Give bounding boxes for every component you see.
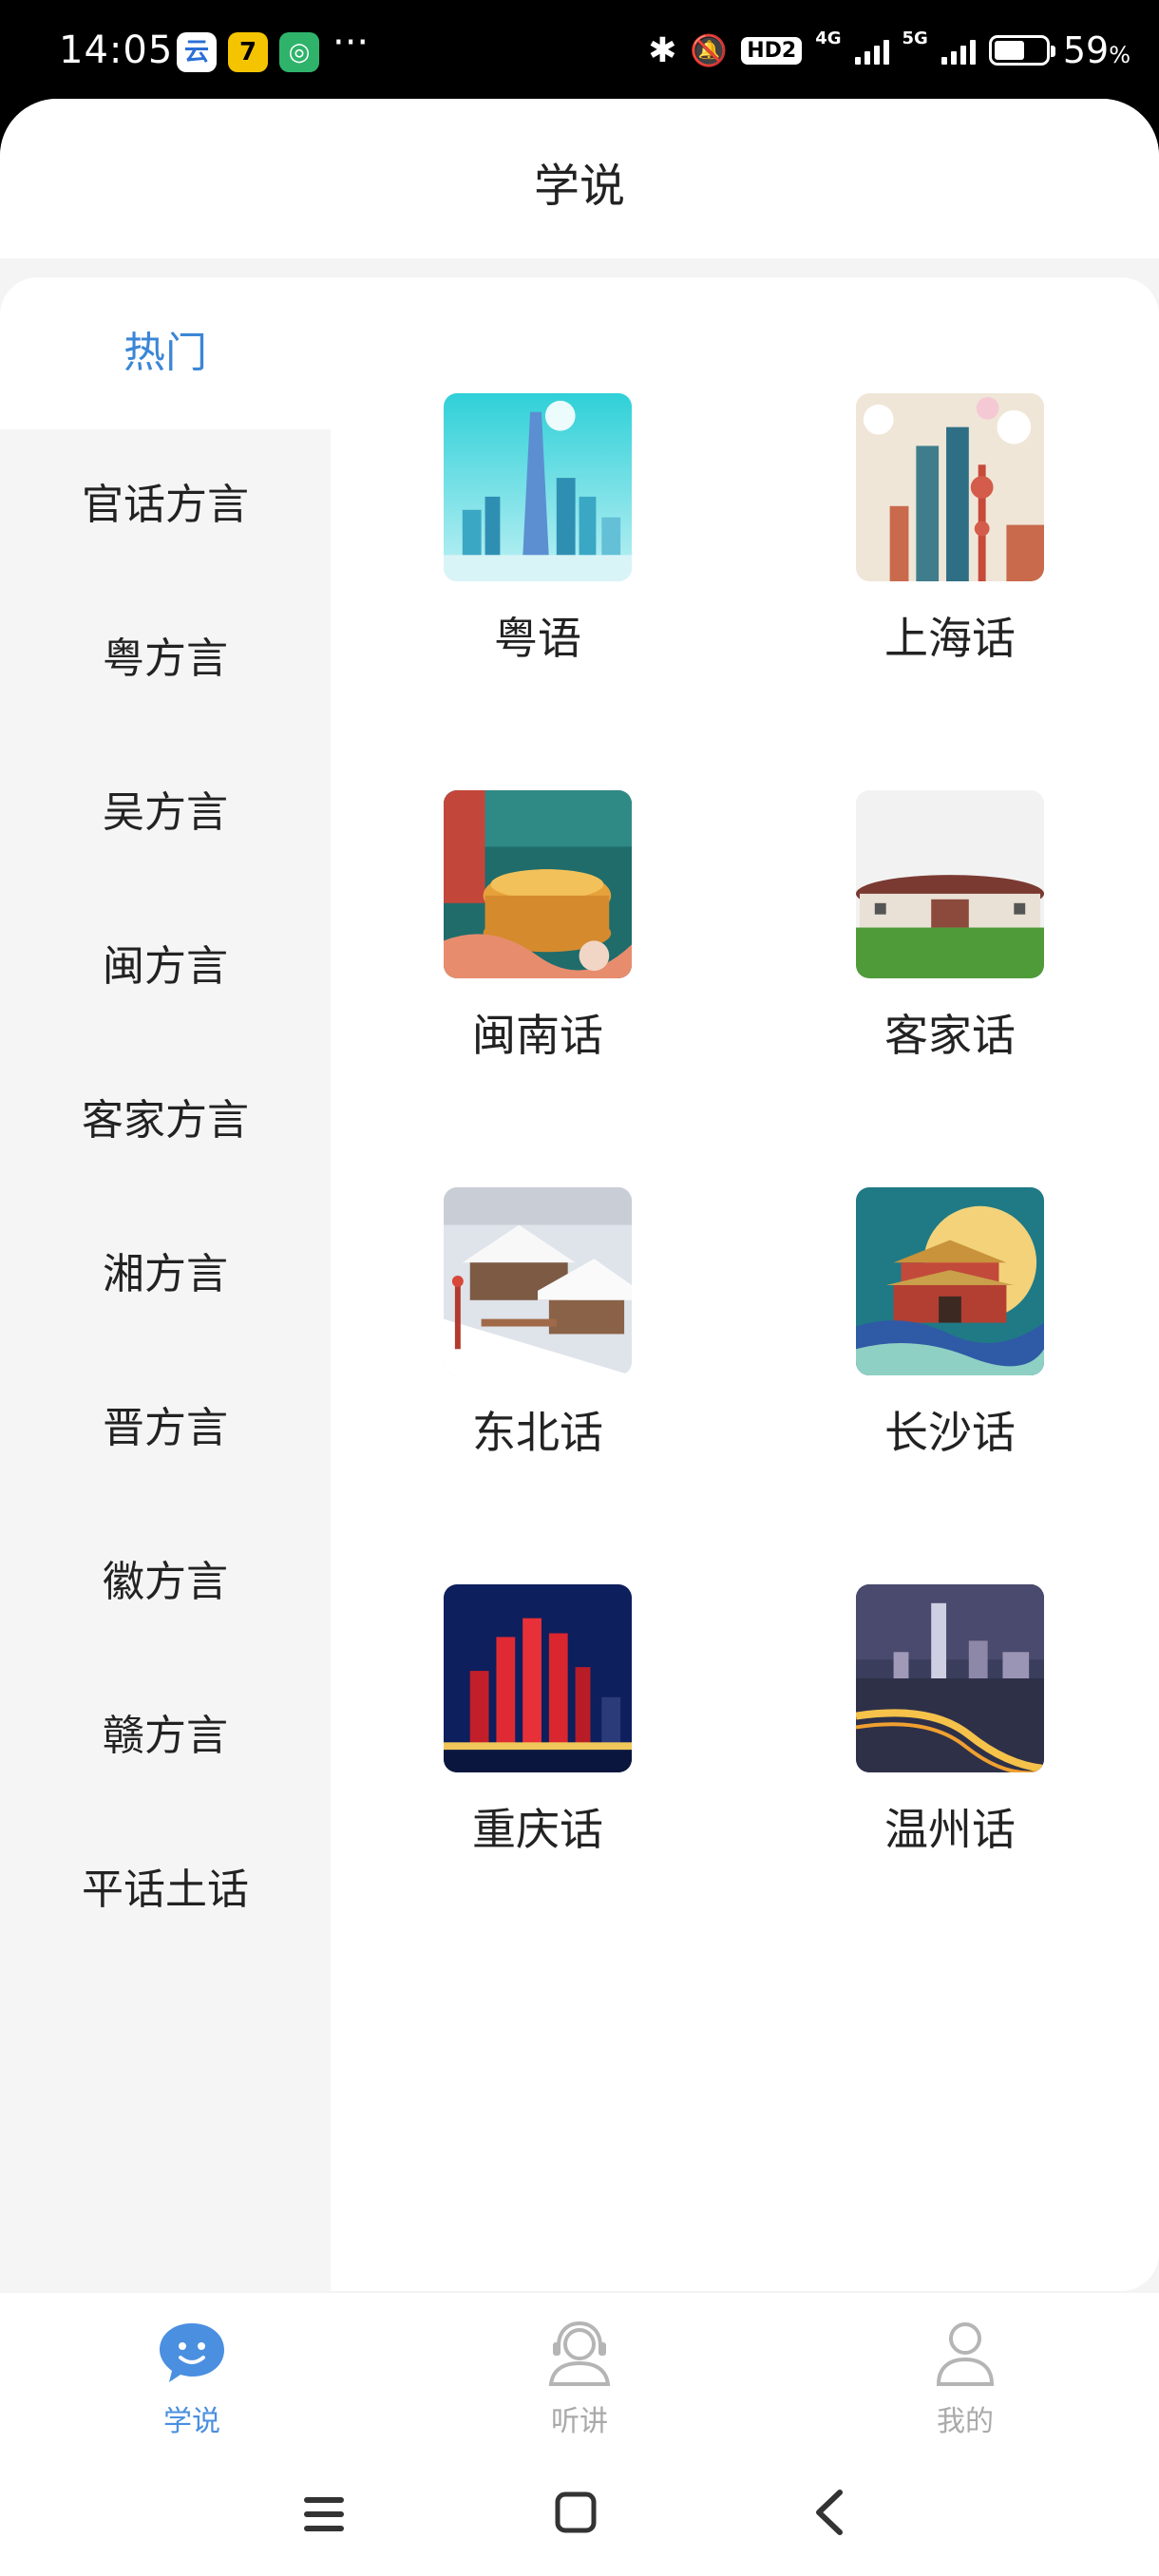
status-bar: 14:05 云 7 ◎ ··· ✱ 🔕 HD2 4G 5G 59% xyxy=(0,0,1159,104)
back-chevron-icon xyxy=(816,2490,843,2535)
sidebar-item-pinghua[interactable]: 平话土话 xyxy=(0,1814,331,1966)
content-panel: 热门 官话方言 粤方言 吴方言 闽方言 客家方言 湘方言 晋方言 徽方言 赣方言… xyxy=(0,277,1159,2291)
headset-user-icon xyxy=(548,2320,611,2386)
network-4g-label: 4G xyxy=(815,28,842,48)
bluetooth-icon: ✱ xyxy=(648,30,677,70)
chat-bubble-face-icon xyxy=(160,2323,224,2382)
hamburger-menu-icon xyxy=(304,2497,344,2531)
app-notification-icon: 云 xyxy=(177,32,217,72)
dialect-card-shanghainese[interactable]: 上海话 xyxy=(808,393,1092,667)
hd-badge: HD2 xyxy=(741,36,803,65)
profile-icon xyxy=(936,2322,995,2386)
home-nav-button[interactable] xyxy=(519,2469,633,2564)
dialect-card-changsha[interactable]: 长沙话 xyxy=(808,1187,1092,1461)
signal-icon xyxy=(854,36,889,65)
tab-label: 我的 xyxy=(937,2405,994,2438)
dialect-thumbnail xyxy=(856,1584,1044,1772)
dialect-label: 闽南话 xyxy=(472,1010,603,1061)
tab-profile[interactable]: 我的 xyxy=(880,2320,1051,2439)
home-square-icon xyxy=(555,2491,597,2533)
network-5g-label: 5G xyxy=(902,28,928,48)
header: 学说 xyxy=(0,99,1159,258)
dialect-card-chongqing[interactable]: 重庆话 xyxy=(395,1584,680,1858)
mute-icon: 🔕 xyxy=(690,32,729,68)
system-navigation-bar xyxy=(0,2469,1159,2576)
dialect-category-sidebar: 热门 官话方言 粤方言 吴方言 闽方言 客家方言 湘方言 晋方言 徽方言 赣方言… xyxy=(0,277,331,2291)
dialect-card-minnan[interactable]: 闽南话 xyxy=(395,790,680,1064)
app-notification-icon: 7 xyxy=(228,32,268,72)
app-screen: 学说 热门 官话方言 粤方言 吴方言 闽方言 客家方言 湘方言 晋方言 徽方言 … xyxy=(0,99,1159,2576)
dialect-thumbnail xyxy=(444,1584,632,1772)
dialect-label: 重庆话 xyxy=(472,1804,603,1855)
tab-label: 学说 xyxy=(163,2405,220,2438)
sidebar-item-wu[interactable]: 吴方言 xyxy=(0,737,331,889)
dialect-card-wenzhou[interactable]: 温州话 xyxy=(808,1584,1092,1858)
sidebar-item-hot[interactable]: 热门 xyxy=(0,277,331,429)
page-title: 学说 xyxy=(533,160,625,213)
sidebar-item-xiang[interactable]: 湘方言 xyxy=(0,1199,331,1351)
dialect-label: 东北话 xyxy=(472,1407,603,1458)
tab-listen[interactable]: 听讲 xyxy=(494,2320,665,2439)
dialect-label: 上海话 xyxy=(884,613,1016,664)
dialect-thumbnail xyxy=(856,393,1044,581)
dialect-thumbnail xyxy=(444,393,632,581)
dialect-label: 客家话 xyxy=(884,1010,1016,1061)
dialect-label: 温州话 xyxy=(884,1804,1016,1855)
dialect-thumbnail xyxy=(856,1187,1044,1375)
sidebar-item-mandarin[interactable]: 官话方言 xyxy=(0,429,331,581)
dialect-card-hakka[interactable]: 客家话 xyxy=(808,790,1092,1064)
status-time: 14:05 xyxy=(59,28,174,72)
dialect-card-northeastern[interactable]: 东北话 xyxy=(395,1187,680,1461)
battery-icon xyxy=(988,35,1055,66)
bottom-tab-bar: 学说 听讲 我的 xyxy=(0,2293,1159,2469)
menu-nav-button[interactable] xyxy=(266,2469,380,2564)
sidebar-item-yue[interactable]: 粤方言 xyxy=(0,583,331,735)
sidebar-item-hakka[interactable]: 客家方言 xyxy=(0,1045,331,1197)
dialect-label: 粤语 xyxy=(494,613,581,664)
dialect-thumbnail xyxy=(856,790,1044,978)
tab-label: 听讲 xyxy=(551,2405,608,2438)
sidebar-item-hui[interactable]: 徽方言 xyxy=(0,1506,331,1658)
sidebar-item-jin[interactable]: 晋方言 xyxy=(0,1353,331,1505)
more-notifications-icon: ··· xyxy=(332,21,370,65)
sidebar-item-min[interactable]: 闽方言 xyxy=(0,891,331,1043)
battery-percent: 59% xyxy=(1062,29,1130,71)
tab-learn[interactable]: 学说 xyxy=(106,2320,277,2439)
dialect-label: 长沙话 xyxy=(884,1407,1016,1458)
dialect-thumbnail xyxy=(444,790,632,978)
signal-icon xyxy=(940,36,976,65)
back-nav-button[interactable] xyxy=(773,2469,887,2564)
dialect-card-cantonese[interactable]: 粤语 xyxy=(395,393,680,667)
dialect-thumbnail xyxy=(444,1187,632,1375)
app-notification-icon: ◎ xyxy=(279,32,319,72)
sidebar-item-gan[interactable]: 赣方言 xyxy=(0,1660,331,1812)
